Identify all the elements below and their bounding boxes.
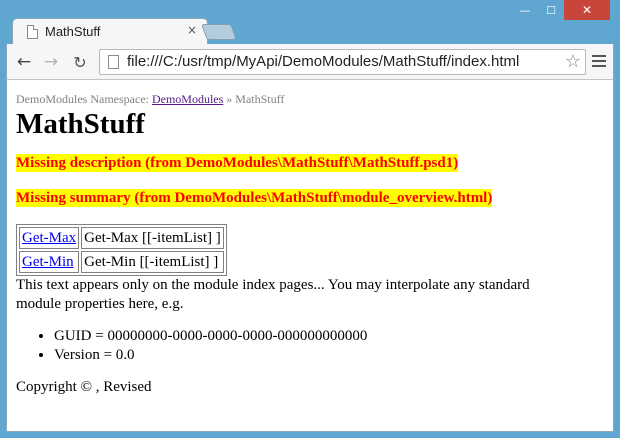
window-controls: — ☐ ✕ bbox=[512, 0, 610, 20]
module-paragraph: This text appears only on the module ind… bbox=[16, 277, 530, 312]
back-button[interactable]: ← bbox=[13, 51, 35, 73]
page-content: DemoModules Namespace: DemoModules » Mat… bbox=[6, 80, 614, 432]
command-link-cell: Get-Max bbox=[19, 227, 80, 249]
list-item-version: Version = 0.0 bbox=[54, 346, 613, 365]
properties-list: GUID = 00000000-0000-0000-0000-000000000… bbox=[54, 327, 613, 365]
table-row: Get-Max Get-Max [[-itemList] ] bbox=[19, 227, 224, 249]
address-url[interactable]: file:///C:/usr/tmp/MyApi/DemoModules/Mat… bbox=[127, 53, 519, 70]
tab-title: MathStuff bbox=[45, 24, 101, 39]
commands-table: Get-Max Get-Max [[-itemList] ] Get-Min G… bbox=[16, 224, 227, 276]
breadcrumb-prefix: DemoModules Namespace: bbox=[16, 92, 152, 106]
breadcrumb: DemoModules Namespace: DemoModules » Mat… bbox=[16, 92, 613, 106]
maximize-button[interactable]: ☐ bbox=[538, 0, 564, 20]
command-syntax: Get-Min [[-itemList] ] bbox=[81, 251, 224, 273]
tab-mathstuff[interactable]: MathStuff × bbox=[12, 18, 208, 45]
list-item-guid: GUID = 00000000-0000-0000-0000-000000000… bbox=[54, 327, 613, 346]
minimize-button[interactable]: — bbox=[512, 0, 538, 20]
tab-close-icon[interactable]: × bbox=[187, 23, 197, 37]
missing-description: Missing description (from DemoModules\Ma… bbox=[16, 154, 459, 172]
missing-summary: Missing summary (from DemoModules\MathSt… bbox=[16, 189, 493, 207]
menu-icon[interactable] bbox=[592, 55, 606, 69]
command-link-get-max[interactable]: Get-Max bbox=[22, 230, 76, 246]
command-syntax: Get-Max [[-itemList] ] bbox=[81, 227, 224, 249]
command-link-cell: Get-Min bbox=[19, 251, 80, 273]
file-icon bbox=[108, 55, 119, 69]
page-icon bbox=[27, 25, 38, 39]
browser-toolbar: ← → ↻ file:///C:/usr/tmp/MyApi/DemoModul… bbox=[6, 44, 614, 80]
table-row: Get-Min Get-Min [[-itemList] ] bbox=[19, 251, 224, 273]
bookmark-star-icon[interactable]: ☆ bbox=[565, 51, 581, 72]
page-title: MathStuff bbox=[16, 108, 145, 140]
breadcrumb-current: MathStuff bbox=[235, 92, 285, 106]
breadcrumb-separator: » bbox=[223, 92, 236, 106]
command-link-get-min[interactable]: Get-Min bbox=[22, 254, 74, 270]
tab-strip: MathStuff × — ☐ ✕ bbox=[0, 0, 620, 45]
new-tab-button[interactable] bbox=[201, 24, 237, 40]
breadcrumb-link-demomodules[interactable]: DemoModules bbox=[152, 92, 223, 106]
close-window-button[interactable]: ✕ bbox=[564, 0, 610, 20]
copyright-text: Copyright © , Revised bbox=[16, 379, 152, 395]
reload-button[interactable]: ↻ bbox=[69, 51, 91, 73]
forward-button[interactable]: → bbox=[40, 51, 62, 73]
address-bar[interactable]: file:///C:/usr/tmp/MyApi/DemoModules/Mat… bbox=[99, 49, 586, 75]
browser-window: MathStuff × — ☐ ✕ ← → ↻ file:///C:/usr/t… bbox=[0, 0, 620, 438]
